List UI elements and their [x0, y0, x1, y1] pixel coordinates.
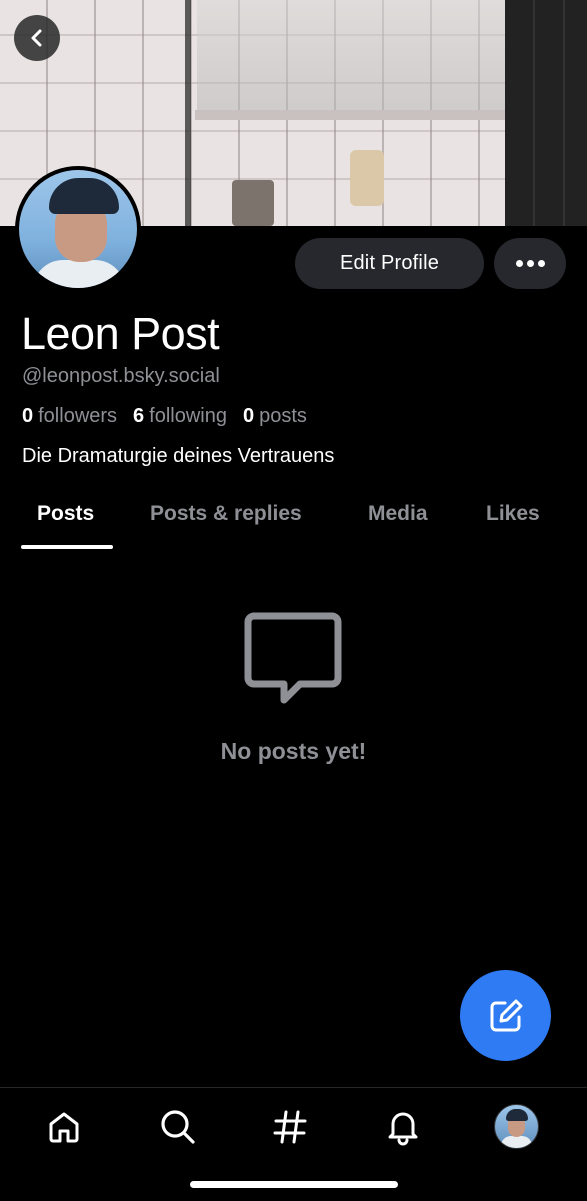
- following-count: 6: [133, 405, 145, 427]
- banner-plate: [350, 150, 384, 206]
- followers-stat[interactable]: 0 followers: [22, 405, 117, 428]
- search-icon: [161, 1110, 195, 1144]
- posts-label: posts: [259, 405, 307, 427]
- ellipsis-icon: [515, 260, 523, 267]
- ellipsis-dot: [537, 260, 545, 267]
- nav-feeds[interactable]: [268, 1105, 312, 1149]
- profile-handle: @leonpost.bsky.social: [22, 365, 220, 387]
- home-indicator: [190, 1181, 398, 1188]
- followers-label: followers: [38, 405, 118, 427]
- tab-media[interactable]: Media: [368, 502, 428, 526]
- edit-profile-button[interactable]: Edit Profile: [295, 238, 484, 289]
- profile-name: Leon Post: [21, 308, 220, 359]
- profile-bio: Die Dramaturgie deines Vertrauens: [22, 445, 335, 467]
- back-button[interactable]: [14, 15, 60, 61]
- nav-profile-avatar[interactable]: [494, 1104, 539, 1149]
- following-label: following: [149, 405, 227, 427]
- compose-button[interactable]: [460, 970, 551, 1061]
- empty-state-text: No posts yet!: [220, 738, 367, 764]
- hashtag-icon: [273, 1110, 307, 1144]
- nav-search[interactable]: [156, 1105, 200, 1149]
- posts-count: 0: [243, 405, 255, 427]
- banner-dark-window: [505, 0, 587, 226]
- active-tab-indicator: [21, 545, 113, 549]
- banner-shelf: [195, 110, 515, 120]
- tab-posts[interactable]: Posts: [37, 502, 94, 526]
- tab-posts-and-replies[interactable]: Posts & replies: [150, 502, 302, 526]
- posts-stat: 0 posts: [243, 405, 307, 428]
- tab-likes[interactable]: Likes: [486, 502, 540, 526]
- ellipsis-dot: [526, 260, 534, 267]
- profile-stats: 0 followers 6 following 0 posts: [22, 405, 307, 428]
- compose-icon: [490, 999, 522, 1031]
- message-bubble-icon: [244, 612, 342, 704]
- following-stat[interactable]: 6 following: [133, 405, 227, 428]
- chevron-left-icon: [31, 29, 42, 47]
- nav-notifications[interactable]: [381, 1105, 425, 1149]
- home-icon: [49, 1112, 79, 1143]
- banner-pipe: [185, 0, 191, 226]
- notifications-bell-icon: [388, 1112, 418, 1146]
- banner-mirror: [197, 0, 505, 112]
- profile-tabs: Posts Posts & replies Media Likes: [0, 498, 587, 550]
- followers-count: 0: [22, 405, 34, 427]
- avatar-image: [19, 170, 137, 288]
- banner-brick: [232, 180, 274, 226]
- nav-home[interactable]: [42, 1105, 86, 1149]
- more-options-button[interactable]: [494, 238, 566, 289]
- profile-avatar[interactable]: [15, 166, 141, 292]
